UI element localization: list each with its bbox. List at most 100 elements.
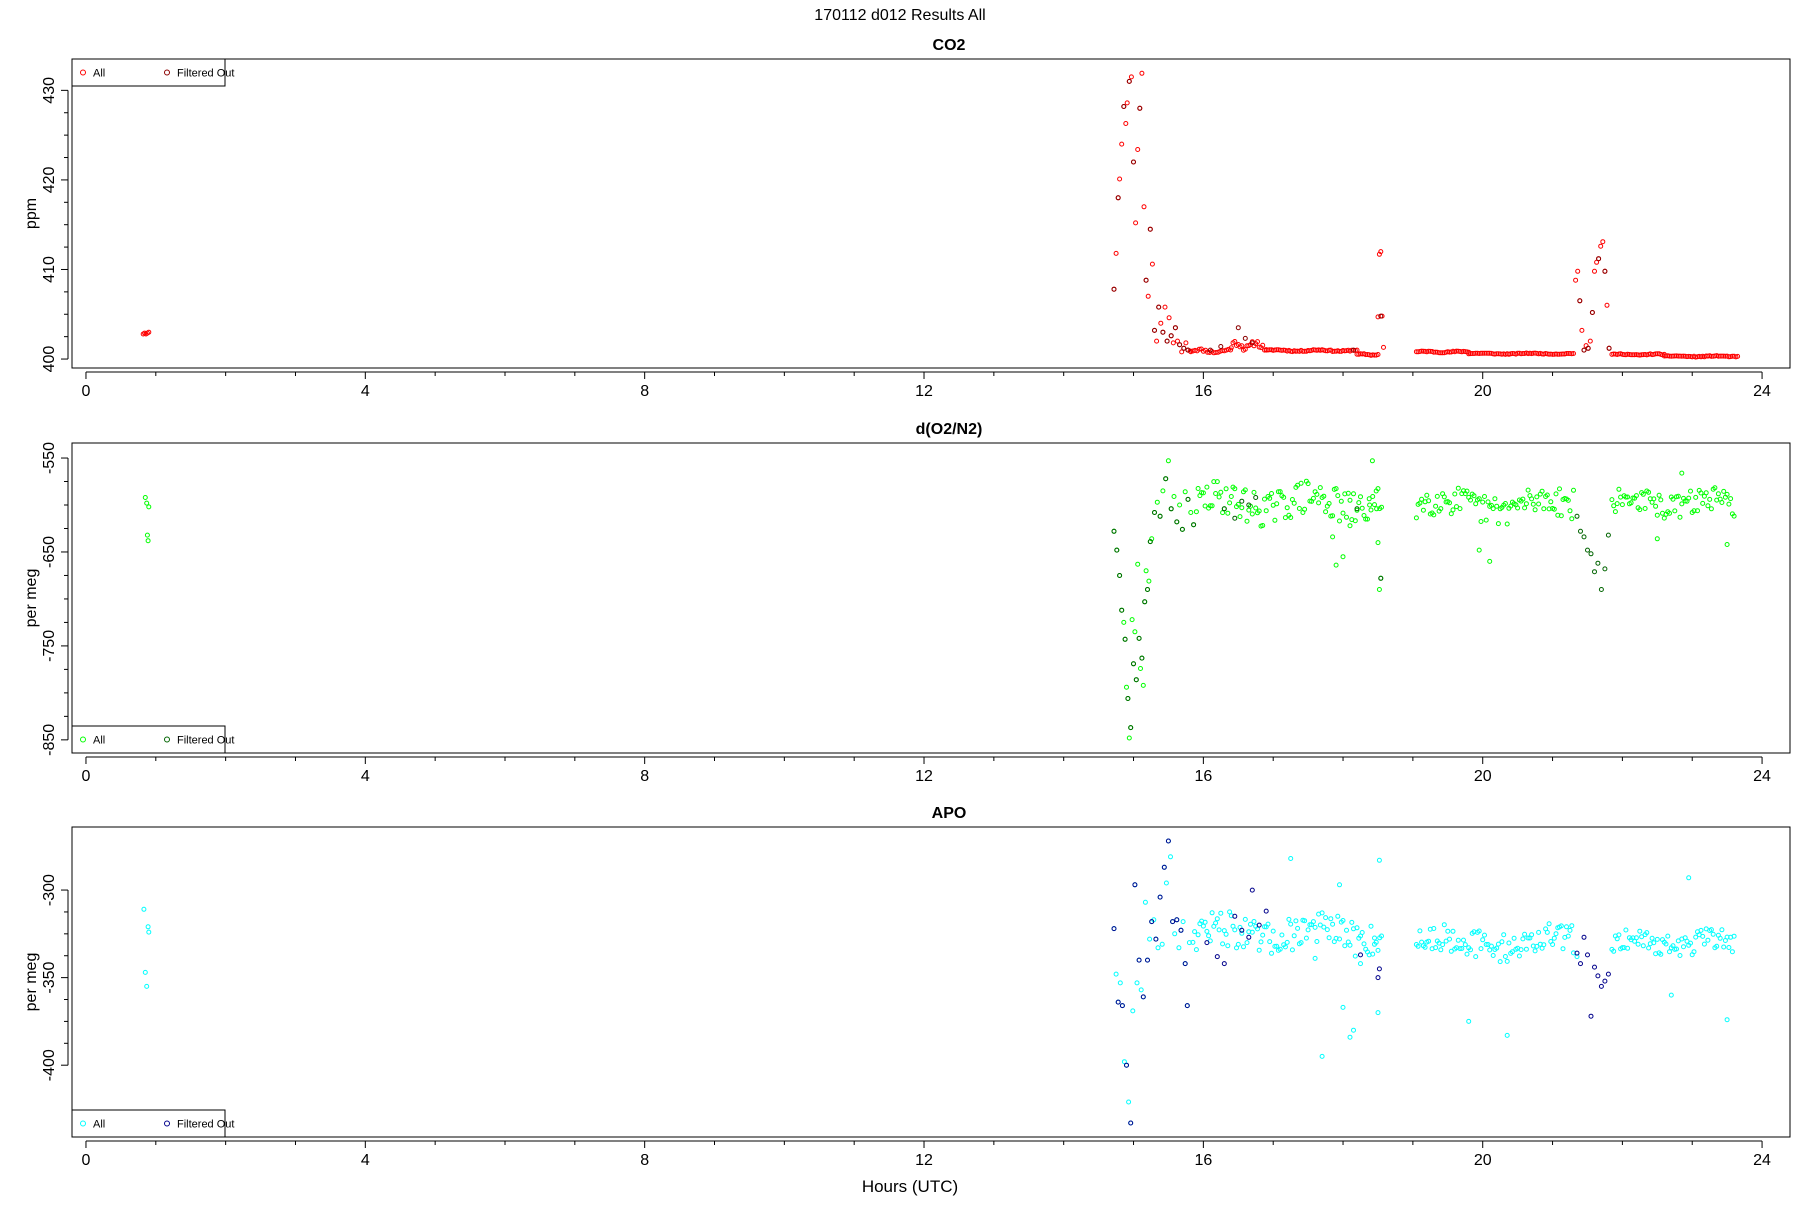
data-point — [1128, 74, 1134, 80]
data-point — [1113, 971, 1119, 977]
data-point — [1165, 838, 1171, 844]
data-point — [1698, 927, 1704, 933]
data-point — [1523, 946, 1529, 952]
data-point — [1708, 506, 1714, 512]
data-point — [1490, 953, 1496, 958]
data-point — [1688, 488, 1693, 494]
data-point — [1228, 494, 1234, 499]
data-point — [1121, 619, 1127, 625]
data-point — [1575, 268, 1581, 274]
x-tick-label: 4 — [361, 1152, 370, 1169]
data-point — [1511, 935, 1517, 941]
data-point — [1729, 949, 1735, 955]
data-point — [1244, 940, 1250, 946]
x-tick-label: 4 — [361, 768, 370, 785]
data-point — [1126, 1099, 1132, 1105]
data-point — [1464, 951, 1470, 957]
data-point — [1138, 666, 1143, 671]
data-point — [1553, 491, 1559, 497]
data-point — [1111, 528, 1117, 534]
data-point — [1142, 599, 1148, 605]
data-point — [1581, 347, 1587, 353]
data-point — [1450, 928, 1456, 934]
y-tick-label: -400 — [41, 1049, 58, 1081]
data-point — [1693, 494, 1699, 500]
data-point — [1126, 735, 1132, 741]
data-point — [1179, 526, 1185, 532]
data-point — [1375, 947, 1381, 953]
data-point — [1218, 344, 1224, 349]
data-point — [1204, 484, 1210, 490]
data-point — [1483, 517, 1489, 523]
data-point — [1656, 492, 1662, 498]
data-point — [1541, 506, 1547, 512]
data-point — [1242, 335, 1248, 341]
x-tick-label: 8 — [640, 383, 649, 400]
data-point — [145, 538, 151, 544]
data-point — [1372, 502, 1377, 508]
data-point — [1529, 496, 1535, 502]
data-point — [144, 983, 150, 989]
data-point — [1347, 1034, 1353, 1040]
data-point — [1478, 946, 1484, 952]
data-point — [1376, 587, 1382, 592]
data-point — [1316, 500, 1322, 506]
data-point — [1447, 936, 1452, 942]
x-axis-label: Hours (UTC) — [862, 1177, 958, 1196]
data-point — [1149, 261, 1155, 267]
data-point — [1358, 961, 1363, 967]
y-tick-label: 410 — [41, 256, 58, 283]
data-point — [1298, 480, 1304, 486]
data-point — [1721, 944, 1727, 950]
data-point — [1609, 497, 1615, 503]
data-point — [1728, 496, 1734, 502]
data-point — [1162, 304, 1168, 310]
data-point — [1649, 935, 1655, 941]
data-point — [1126, 78, 1132, 84]
data-point — [1338, 498, 1344, 504]
data-point — [1168, 333, 1174, 339]
data-point — [1249, 511, 1255, 517]
data-point — [1488, 943, 1494, 949]
data-point — [1326, 935, 1332, 941]
figure: 170112 d012 Results All Hours (UTC) CO2 p… — [0, 0, 1800, 1200]
data-point — [1289, 947, 1295, 953]
data-point — [1119, 141, 1125, 147]
data-point — [1376, 966, 1382, 972]
data-point — [1417, 928, 1423, 934]
data-point — [1654, 936, 1660, 942]
data-point — [1145, 957, 1150, 963]
data-point — [1324, 927, 1330, 933]
data-point — [1726, 501, 1732, 507]
data-point — [1188, 510, 1194, 515]
data-point — [1640, 943, 1646, 949]
panel-do2n2: d(O2/N2) per meg 0 4 8 12 16 20 24 -550 -650 -750 -8… — [23, 421, 1791, 785]
data-point — [1544, 929, 1550, 935]
data-point — [1573, 277, 1579, 283]
data-point — [1218, 489, 1224, 495]
data-point — [1111, 926, 1117, 932]
data-point — [1378, 575, 1384, 581]
data-point — [1225, 510, 1231, 516]
data-point — [1359, 930, 1365, 935]
data-point — [1305, 927, 1311, 933]
data-point — [1143, 277, 1149, 283]
data-point — [1564, 924, 1569, 930]
data-point — [1342, 943, 1348, 949]
data-point — [1124, 1062, 1129, 1068]
data-point — [1195, 486, 1201, 491]
data-point — [1480, 499, 1486, 505]
data-point — [1482, 932, 1487, 938]
data-point — [1569, 923, 1575, 929]
data-point — [1249, 887, 1255, 893]
data-point — [1654, 536, 1660, 542]
data-point — [1160, 329, 1166, 335]
data-point — [1248, 921, 1253, 927]
data-point — [1596, 256, 1602, 262]
data-point — [1133, 220, 1139, 226]
data-point — [1237, 514, 1243, 520]
data-point — [1170, 919, 1176, 925]
data-point — [1216, 494, 1222, 500]
data-point — [1333, 562, 1339, 568]
data-point — [1504, 1032, 1510, 1038]
